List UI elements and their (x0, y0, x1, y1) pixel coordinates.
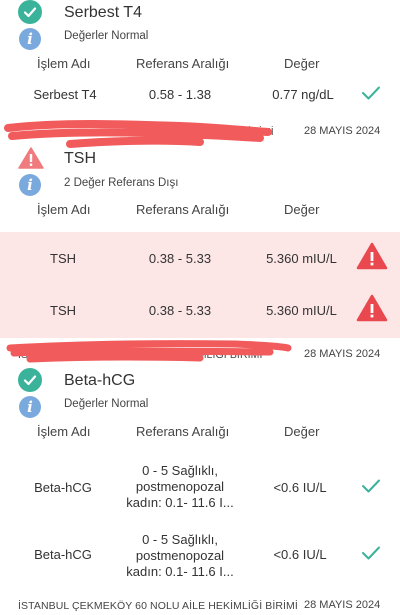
row-value: <0.6 IU/L (273, 547, 327, 562)
row-name: Beta-hCG (34, 547, 92, 562)
row-value: 5.360 mIU/L (266, 251, 337, 266)
info-icon: i (19, 28, 41, 50)
normal-status-icon (18, 368, 42, 392)
col-header-value: Değer (284, 424, 320, 439)
alert-rows-background (0, 232, 400, 338)
section-status: Değerler Normal (64, 398, 149, 410)
row-name: Beta-hCG (34, 480, 92, 495)
col-header-name: İşlem Adı (37, 424, 91, 439)
row-value: 5.360 mIU/L (266, 303, 337, 318)
section-status: 2 Değer Referans Dışı (64, 177, 179, 189)
col-header-range: Referans Aralığı (136, 424, 230, 439)
row-name: TSH (50, 303, 76, 318)
row-range: 0.58 - 1.38 (148, 87, 212, 102)
info-icon: i (19, 174, 41, 196)
row-value: 0.77 ng/dL (272, 87, 334, 102)
footer-date: 28 MAYIS 2024 (304, 125, 381, 137)
check-icon (362, 86, 380, 100)
section-status: Değerler Normal (64, 30, 149, 42)
footer-date: 28 MAYIS 2024 (304, 599, 381, 611)
row-range: 0.38 - 5.33 (148, 251, 212, 266)
warning-status-icon (18, 146, 44, 175)
info-icon: i (19, 396, 41, 418)
row-range: 0.38 - 5.33 (148, 303, 212, 318)
col-header-name: İşlem Adı (37, 56, 91, 71)
section-title: Beta-hCG (64, 372, 136, 389)
warning-icon (356, 242, 388, 270)
col-header-value: Değer (284, 202, 320, 217)
col-header-value: Değer (284, 56, 320, 71)
normal-status-icon (18, 0, 42, 24)
col-header-range: Referans Aralığı (136, 56, 230, 71)
section-title: Serbest T4 (64, 4, 142, 21)
col-header-name: İşlem Adı (37, 202, 91, 217)
row-name: TSH (50, 251, 76, 266)
row-value: <0.6 IU/L (273, 480, 327, 495)
row-range: 0 - 5 Sağlıklı, postmenopozal kadın: 0.1… (126, 463, 234, 510)
footer-unit: İSTANBUL ÇEKMEKÖY 60 NOLU AİLE HEKİMLİĞİ… (18, 600, 298, 612)
section-title: TSH (64, 150, 96, 167)
redaction-scribble (6, 340, 292, 363)
row-range: 0 - 5 Sağlıklı, postmenopozal kadın: 0.1… (126, 532, 234, 579)
redaction-scribble (4, 120, 272, 148)
check-icon (362, 546, 380, 560)
col-header-range: Referans Aralığı (136, 202, 230, 217)
footer-date: 28 MAYIS 2024 (304, 348, 381, 360)
check-icon (362, 479, 380, 493)
row-name: Serbest T4 (33, 87, 97, 102)
warning-icon (356, 294, 388, 322)
